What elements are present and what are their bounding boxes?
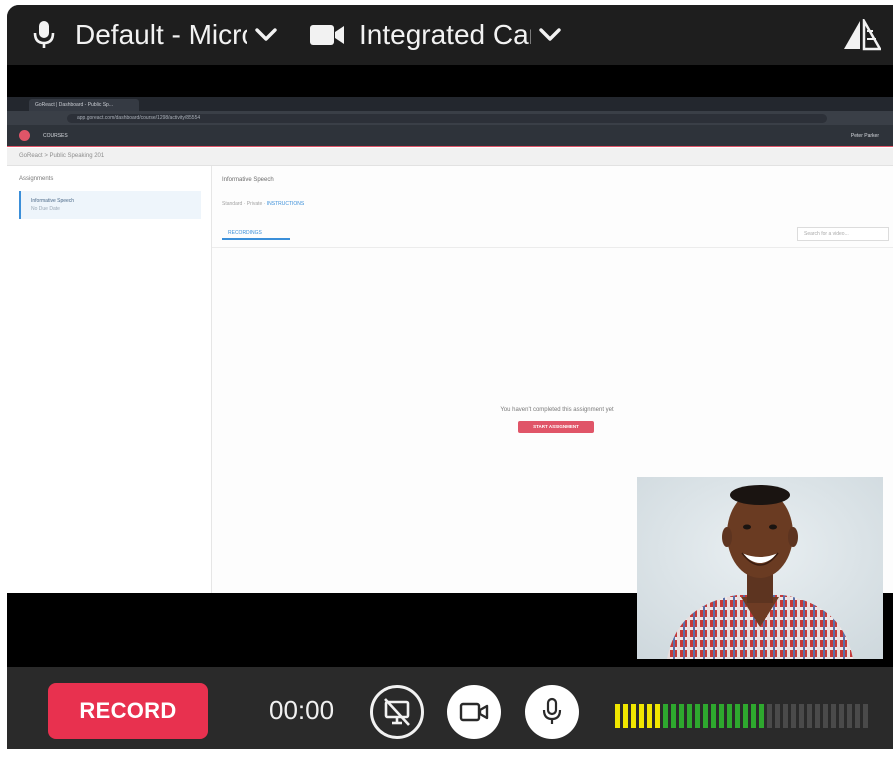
audio-level-segment (751, 704, 756, 728)
courses-menu: COURSES (43, 133, 68, 139)
recording-controls: RECORD 00:00 (7, 667, 893, 749)
audio-level-segment (655, 704, 660, 728)
audio-level-segment (735, 704, 740, 728)
empty-state-message: You haven't completed this assignment ye… (500, 407, 614, 413)
chevron-down-icon (255, 28, 277, 42)
audio-level-segment (783, 704, 788, 728)
assignment-due: No Due Date (31, 206, 60, 212)
audio-level-segment (615, 704, 620, 728)
camera-toggle-button[interactable] (447, 685, 501, 739)
device-bar: Default - Microphone Integrated Camera (7, 5, 893, 65)
audio-level-segment (847, 704, 852, 728)
microphone-select[interactable]: Default - Microphone (33, 5, 277, 65)
microphone-label: Default - Microphone (75, 19, 247, 50)
video-search-input: Search for a video... (797, 227, 889, 241)
audio-level-segment (799, 704, 804, 728)
start-assignment-button: START ASSIGNMENT (518, 421, 594, 433)
audio-level-segment (703, 704, 708, 728)
browser-tab-bar: GoReact | Dashboard - Public Sp... (7, 97, 893, 111)
camera-toggle-icon (459, 702, 489, 722)
microphone-toggle-button[interactable] (525, 685, 579, 739)
camera-select[interactable]: Integrated Camera (309, 5, 561, 65)
browser-address-bar: app.goreact.com/dashboard/course/1298/ac… (7, 111, 893, 125)
audio-level-segment (647, 704, 652, 728)
audio-level-segment (759, 704, 764, 728)
audio-level-segment (855, 704, 860, 728)
audio-level-segment (815, 704, 820, 728)
meta-text: Standard · Private · (222, 201, 266, 207)
recording-timer: 00:00 (269, 695, 335, 725)
audio-level-segment (767, 704, 772, 728)
camera-label: Integrated Camera (359, 19, 531, 50)
record-button[interactable]: RECORD (48, 683, 208, 739)
audio-level-segment (687, 704, 692, 728)
audio-level-meter (615, 704, 868, 728)
audio-level-segment (719, 704, 724, 728)
browser-tab: GoReact | Dashboard - Public Sp... (29, 99, 139, 111)
divider (212, 247, 893, 248)
audio-level-segment (743, 704, 748, 728)
assignment-meta: Standard · Private · INSTRUCTIONS (222, 201, 304, 207)
address-field: app.goreact.com/dashboard/course/1298/ac… (67, 114, 827, 123)
audio-level-segment (807, 704, 812, 728)
sidebar-header: Assignments (19, 176, 54, 182)
screen-share-off-icon (384, 698, 410, 726)
audio-level-segment (623, 704, 628, 728)
webcam-preview (637, 477, 883, 659)
audio-level-segment (727, 704, 732, 728)
letterbox-top (7, 65, 893, 97)
audio-level-segment (695, 704, 700, 728)
audio-level-segment (663, 704, 668, 728)
tab-recordings: RECORDINGS (222, 228, 290, 240)
instructions-link: INSTRUCTIONS (266, 201, 305, 207)
microphone-icon (33, 20, 55, 50)
video-camera-icon (309, 23, 345, 47)
audio-level-segment (639, 704, 644, 728)
audio-level-segment (823, 704, 828, 728)
audio-level-segment (775, 704, 780, 728)
layout-perspective-icon[interactable] (843, 16, 883, 56)
user-menu: Peter Parker (850, 133, 879, 139)
breadcrumb: GoReact > Public Speaking 201 (7, 148, 893, 166)
audio-level-segment (679, 704, 684, 728)
audio-level-segment (671, 704, 676, 728)
audio-level-segment (711, 704, 716, 728)
audio-level-segment (831, 704, 836, 728)
sidebar-item-assignment: Informative Speech No Due Date (19, 191, 201, 219)
screen-share-toggle-button[interactable] (370, 685, 424, 739)
assignment-title: Informative Speech (31, 198, 75, 204)
audio-level-segment (631, 704, 636, 728)
audio-level-segment (791, 704, 796, 728)
content-title: Informative Speech (222, 177, 274, 183)
webcam-person-image (637, 477, 883, 659)
assignments-sidebar: Assignments Informative Speech No Due Da… (7, 166, 212, 593)
audio-level-segment (863, 704, 868, 728)
app-header: COURSES Peter Parker (7, 125, 893, 147)
microphone-toggle-icon (542, 697, 562, 724)
chevron-down-icon (539, 28, 561, 42)
recorder-window: Default - Microphone Integrated Camera (7, 5, 893, 749)
app-logo-icon (19, 130, 30, 141)
audio-level-segment (839, 704, 844, 728)
